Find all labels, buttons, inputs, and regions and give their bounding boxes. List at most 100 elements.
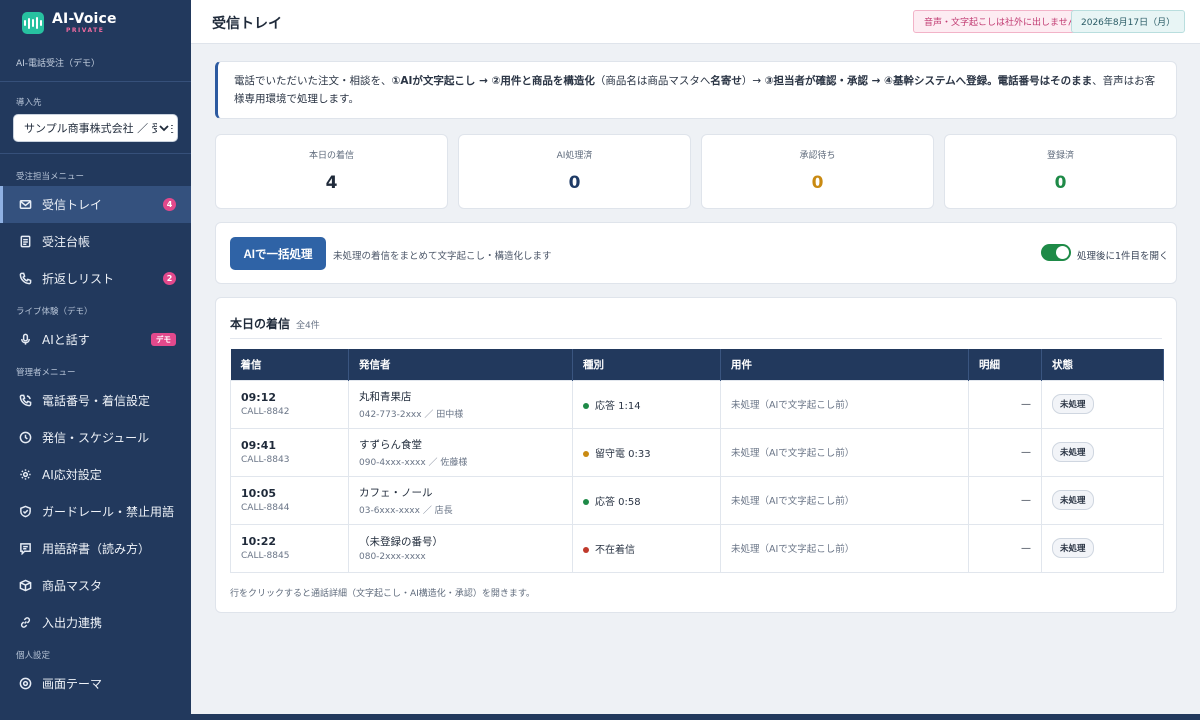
sidebar-item-order-ledger[interactable]: 受注台帳 [0,223,191,260]
table-row[interactable]: 10:22 CALL-8845 （未登録の番号） 080-2xxx-xxxx 不在着… [230,523,1164,573]
header: 受信トレイ 音声・文字起こしは社外に出しません 2026年8月17日（月） [191,0,1200,44]
caller-contact: 03-6xxx-xxxx ／ 店長 [359,505,453,516]
divider [230,338,1162,339]
caller-name: （未登録の番号） [359,536,443,548]
stat-card-today-calls: 本日の着信 4 [215,134,448,209]
open-first-toggle-label: 処理後に1件目を開く [1077,251,1169,262]
waveform-icon [22,12,44,34]
section-label-live: ライブ体験（デモ） [16,307,93,317]
mic-icon [18,333,32,347]
status-dot [583,450,589,457]
call-time: 09:41 [241,439,277,452]
palette-icon [18,677,32,691]
info-text: 電話でいただいた注文・相談を、 [234,75,392,87]
status-badge: 未処理 [1052,442,1094,462]
sidebar-item-callback-list[interactable]: 折返しリスト 2 [0,260,191,297]
sidebar-item-label: 受注台帳 [42,235,91,249]
sidebar-item-label: 用語辞書（読み方） [42,542,151,556]
sidebar-item-io-integration[interactable]: 入出力連携 [0,604,191,641]
call-detail: — [968,379,1042,429]
open-first-toggle[interactable] [1041,244,1071,261]
privacy-notice-badge: 音声・文字起こしは社外に出しません [913,10,1088,33]
sidebar-item-label: ガードレール・禁止用語 [42,505,175,519]
box-icon [18,579,32,593]
sidebar-item-schedule[interactable]: 発信・スケジュール [0,419,191,456]
caller-name: カフェ・ノール [359,486,433,499]
call-type: 留守電 0:33 [595,448,651,460]
mail-icon [18,198,32,212]
table-row[interactable]: 09:41 CALL-8843 すずらん食堂 090-4xxx-xxxx ／ 佐藤様… [230,427,1164,477]
brand-tag: PRIVATE [66,27,105,34]
info-emphasis: 名寄せ [710,75,742,87]
sidebar-item-inbox[interactable]: 受信トレイ 4 [0,186,191,223]
info-emphasis: ①AIが文字起こし → ②用件と商品を構造化 [391,75,595,87]
section-label-personal: 個人設定 [16,651,51,661]
sidebar-item-label: 折返しリスト [42,272,115,286]
call-type-cell: 応答 1:14 [572,379,721,429]
brand-caption: AI-電話受注（デモ） [16,59,101,69]
caller-name: 丸和青果店 [359,390,412,403]
call-status-cell: 未処理 [1041,475,1164,525]
stat-value: 4 [325,173,338,193]
caller-contact: 090-4xxx-xxxx ／ 佐藤様 [359,457,468,468]
info-emphasis: ③担当者が確認・承認 → ④基幹システムへ登録。電話番号はそのまま [764,75,1093,87]
status-dot [583,402,589,409]
column-header[interactable]: 着信 [230,349,349,380]
batch-process-description: 未処理の着信をまとめて文字起こし・構造化します [333,251,552,262]
today-calls-panel: 本日の着信 全4件 着信 発信者 種別 用件 明細 状態 09:12 CALL-88… [215,297,1177,613]
call-type: 不在着信 [595,544,635,556]
sidebar-item-guardrails[interactable]: ガードレール・禁止用語 [0,493,191,530]
sidebar-item-talk-to-ai[interactable]: AIと話す デモ [0,321,191,358]
sidebar-item-label: 受信トレイ [42,198,103,212]
clock-icon [18,431,32,445]
column-header[interactable]: 状態 [1041,349,1164,380]
call-time-cell: 09:41 CALL-8843 [230,427,349,477]
sidebar-item-dictionary[interactable]: 用語辞書（読み方） [0,530,191,567]
calls-count: 全4件 [296,321,320,331]
sidebar-item-theme[interactable]: 画面テーマ [0,665,191,702]
shield-icon [18,505,32,519]
call-time: 09:12 [241,391,277,404]
stat-label: AI処理済 [556,151,593,161]
call-id: CALL-8842 [241,407,290,417]
tenant-select[interactable]: サンプル商事株式会社 ／ 受注 [13,114,178,142]
status-dot [583,498,589,505]
table-row[interactable]: 10:05 CALL-8844 カフェ・ノール 03-6xxx-xxxx ／ 店長 … [230,475,1164,525]
sidebar-item-label: 電話番号・着信設定 [42,394,151,408]
call-time: 10:05 [241,487,277,500]
workflow-info-banner: 電話でいただいた注文・相談を、①AIが文字起こし → ②用件と商品を構造化（商品… [215,61,1177,119]
sidebar-item-product-master[interactable]: 商品マスタ [0,567,191,604]
stat-card-ai-processed: AI処理済 0 [458,134,691,209]
sidebar-item-ai-settings[interactable]: AI応対設定 [0,456,191,493]
section-label-order: 受注担当メニュー [16,172,85,182]
sidebar-item-label: 発信・スケジュール [42,431,150,445]
tenant-select-value: サンプル商事株式会社 ／ 受注 [24,122,174,135]
column-header[interactable]: 種別 [572,349,721,380]
table-row[interactable]: 09:12 CALL-8842 丸和青果店 042-773-2xxx ／ 田中様 応… [230,379,1164,429]
caller-cell: すずらん食堂 090-4xxx-xxxx ／ 佐藤様 [348,427,573,477]
column-header[interactable]: 発信者 [348,349,573,380]
calls-footer-hint: 行をクリックすると通話詳細（文字起こし・AI構造化・承認）を開きます。 [230,589,535,599]
date-badge: 2026年8月17日（月） [1071,10,1186,33]
call-type: 応答 0:58 [595,496,641,508]
sidebar-item-phone-settings[interactable]: 電話番号・着信設定 [0,382,191,419]
column-header[interactable]: 用件 [720,349,969,380]
batch-process-button[interactable]: AIで一括処理 [230,237,326,270]
count-badge: 4 [163,198,176,211]
bottom-bar [191,714,1200,720]
brand[interactable]: AI-Voice PRIVATE [0,0,191,46]
call-detail: — [968,523,1042,573]
column-header[interactable]: 明細 [968,349,1042,380]
call-purpose: 未処理（AIで文字起こし前） [720,427,969,477]
call-status-cell: 未処理 [1041,427,1164,477]
page-title: 受信トレイ [212,16,282,32]
info-text: ）→ [741,75,765,87]
call-purpose: 未処理（AIで文字起こし前） [720,475,969,525]
stat-value: 0 [568,173,581,193]
section-label-admin: 管理者メニュー [16,368,76,378]
divider [0,81,191,82]
sidebar-item-label: 画面テーマ [42,677,103,691]
sidebar-item-label: 入出力連携 [42,616,103,630]
caller-contact: 080-2xxx-xxxx [359,552,426,562]
caller-name: すずらん食堂 [359,438,422,451]
